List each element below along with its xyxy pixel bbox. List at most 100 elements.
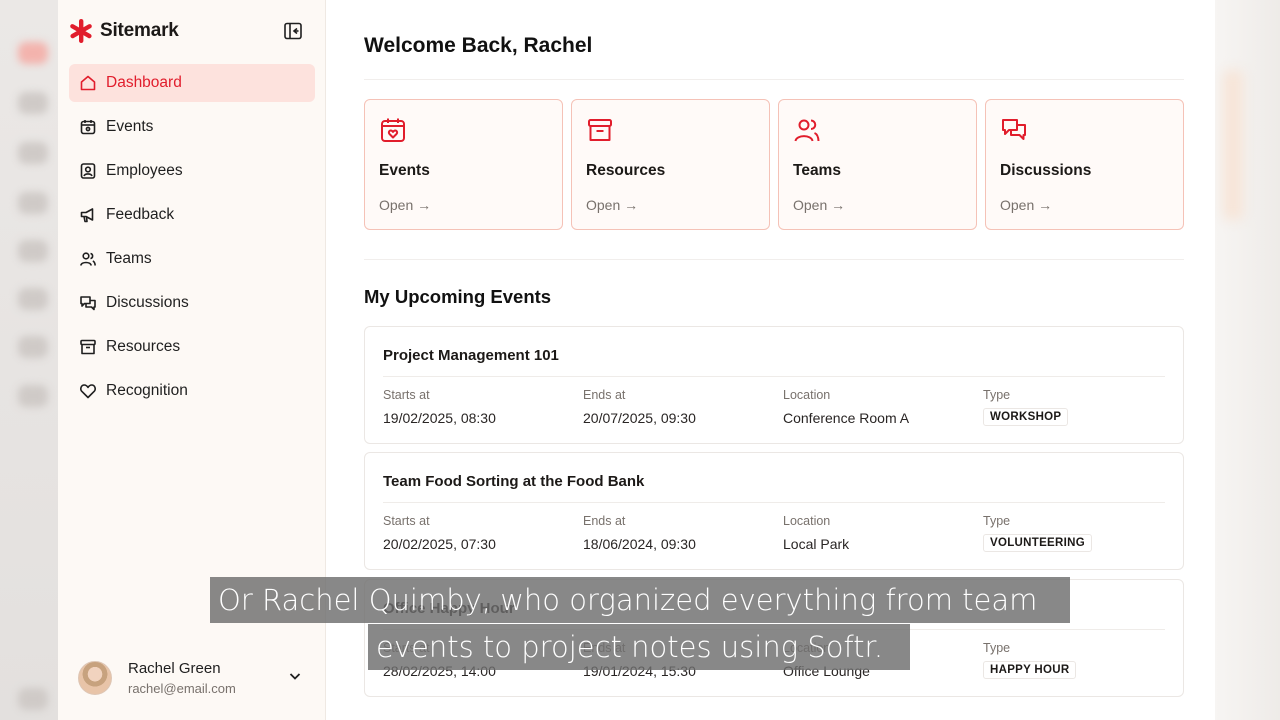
sidebar-item-label: Employees: [106, 162, 183, 179]
background-left-blur: [0, 0, 58, 720]
calendar-heart-icon: [381, 118, 405, 142]
type-badge: VOLUNTEERING: [983, 534, 1092, 552]
user-email: rachel@email.com: [128, 681, 236, 696]
event-title: Office Happy Hour: [383, 600, 515, 617]
event-ends: Ends at 19/01/2024, 15:30: [583, 641, 696, 679]
blur-shape: [18, 42, 48, 64]
field-value: 19/02/2025, 08:30: [383, 410, 496, 426]
brand-logo[interactable]: Sitemark: [68, 16, 179, 46]
sidebar-item-label: Teams: [106, 250, 152, 267]
sidebar-item-label: Events: [106, 118, 154, 135]
blur-shape: [18, 142, 48, 164]
calendar-icon: [80, 120, 96, 135]
field-value: Office Lounge: [783, 663, 870, 679]
card-title: Events: [379, 162, 430, 179]
home-icon: [80, 75, 96, 91]
card-title: Discussions: [1000, 162, 1092, 179]
sidebar-item-events[interactable]: Events: [69, 108, 315, 146]
archive-icon: [80, 339, 96, 355]
field-value: 20/02/2025, 07:30: [383, 536, 496, 552]
open-link[interactable]: Open →: [793, 197, 845, 213]
event-card[interactable]: Office Happy Hour Starts at 28/02/2025, …: [364, 579, 1184, 697]
field-label: Location: [783, 514, 831, 528]
event-location: Location Office Lounge: [783, 641, 870, 679]
field-label: Type: [983, 514, 1011, 528]
brand-name: Sitemark: [100, 20, 179, 41]
divider: [383, 629, 1165, 630]
event-title: Project Management 101: [383, 347, 559, 364]
card-resources[interactable]: Resources Open →: [571, 99, 770, 230]
card-events[interactable]: Events Open →: [364, 99, 563, 230]
event-starts: Starts at 20/02/2025, 07:30: [383, 514, 496, 552]
open-link[interactable]: Open →: [586, 197, 638, 213]
sidebar-item-resources[interactable]: Resources: [69, 328, 315, 366]
blur-shape: [18, 288, 48, 310]
event-starts: Starts at 19/02/2025, 08:30: [383, 388, 496, 426]
quick-links: Events Open → Resources Open → Teams Ope…: [364, 99, 1184, 230]
field-label: Ends at: [583, 641, 626, 655]
megaphone-icon: [80, 208, 94, 223]
sidebar: Sitemark Dashboard Events Employees Feed…: [58, 0, 326, 720]
user-menu[interactable]: Rachel Green rachel@email.com: [78, 656, 308, 700]
blur-shape: [18, 92, 48, 114]
blur-shape: [1223, 70, 1243, 220]
heart-icon: [80, 384, 96, 399]
event-card[interactable]: Project Management 101 Starts at 19/02/2…: [364, 326, 1184, 444]
event-location: Location Conference Room A: [783, 388, 909, 426]
sidebar-collapse-icon: [284, 22, 302, 40]
card-teams[interactable]: Teams Open →: [778, 99, 977, 230]
type-badge: WORKSHOP: [983, 408, 1069, 426]
field-label: Starts at: [383, 641, 430, 655]
sidebar-item-label: Recognition: [106, 382, 188, 399]
sidebar-item-recognition[interactable]: Recognition: [69, 372, 315, 410]
event-ends: Ends at 20/07/2025, 09:30: [583, 388, 696, 426]
type-badge: HAPPY HOUR: [983, 661, 1077, 679]
open-link[interactable]: Open →: [379, 197, 431, 213]
field-value: Conference Room A: [783, 410, 910, 426]
card-title: Resources: [586, 162, 666, 179]
sitemark-logo-icon: [70, 19, 92, 43]
avatar: [78, 661, 112, 695]
sidebar-item-teams[interactable]: Teams: [69, 240, 315, 278]
chat-icon: [1002, 119, 1026, 140]
sidebar-nav: Dashboard Events Employees Feedback Team…: [69, 64, 315, 416]
blur-shape: [18, 385, 48, 407]
event-location: Location Local Park: [783, 514, 849, 552]
card-title: Teams: [793, 162, 841, 179]
sidebar-item-label: Feedback: [106, 206, 175, 223]
sidebar-item-discussions[interactable]: Discussions: [69, 284, 315, 322]
users-icon: [80, 252, 96, 266]
user-name: Rachel Green: [128, 660, 221, 677]
field-value: 20/07/2025, 09:30: [583, 410, 696, 426]
collapse-sidebar-button[interactable]: [282, 20, 304, 42]
field-value: 19/01/2024, 15:30: [583, 663, 696, 679]
field-label: Ends at: [583, 388, 626, 402]
field-label: Location: [783, 388, 831, 402]
open-link[interactable]: Open →: [1000, 197, 1052, 213]
blur-shape: [18, 192, 48, 214]
field-label: Type: [983, 641, 1011, 655]
field-label: Type: [983, 388, 1011, 402]
field-label: Location: [783, 641, 831, 655]
event-starts: Starts at 28/02/2025, 14:00: [383, 641, 496, 679]
event-card[interactable]: Team Food Sorting at the Food Bank Start…: [364, 452, 1184, 570]
field-label: Ends at: [583, 514, 626, 528]
sidebar-item-dashboard[interactable]: Dashboard: [69, 64, 315, 102]
page-title: Welcome Back, Rachel: [364, 34, 593, 57]
id-card-icon: [80, 163, 96, 179]
event-type: Type VOLUNTEERING: [983, 514, 1092, 552]
main-content: Welcome Back, Rachel Events Open → Resou…: [326, 0, 1215, 720]
chevron-down-icon[interactable]: [288, 669, 302, 683]
blur-shape: [18, 240, 48, 262]
sidebar-item-label: Dashboard: [106, 74, 182, 91]
user-info: Rachel Green rachel@email.com: [128, 660, 236, 696]
card-discussions[interactable]: Discussions Open →: [985, 99, 1184, 230]
sidebar-item-employees[interactable]: Employees: [69, 152, 315, 190]
field-value: Local Park: [783, 536, 850, 552]
sidebar-item-feedback[interactable]: Feedback: [69, 196, 315, 234]
chat-icon: [80, 296, 96, 311]
background-right-blur: [1215, 0, 1280, 720]
users-icon: [794, 119, 820, 142]
archive-icon: [588, 119, 612, 141]
field-label: Starts at: [383, 514, 430, 528]
